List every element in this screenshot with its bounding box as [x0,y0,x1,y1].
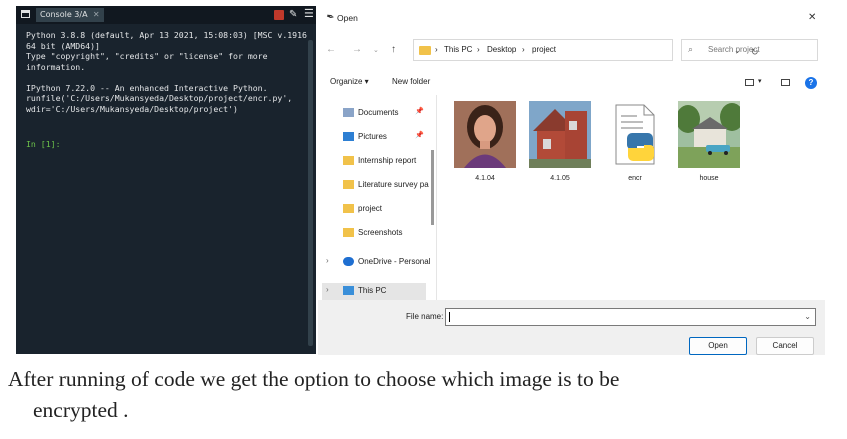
file-item-encr[interactable]: encr [600,101,670,191]
command-toolbar: Organize ▾ New folder ▾ ? [318,75,825,93]
sidebar-item-label: Screenshots [358,228,403,237]
documents-icon [343,108,354,117]
navigation-pane: Documents 📌 Pictures 📌 Internship report… [318,95,436,301]
sidebar-item-this-pc[interactable]: › This PC [322,283,426,301]
eraser-icon[interactable]: ✎ [289,9,300,20]
console-prompt[interactable]: In [1]: [26,139,61,149]
preview-pane-icon[interactable] [781,79,790,86]
file-name-label: File name: [406,312,444,321]
console-line: Type "copyright", "credits" or "license"… [26,51,268,61]
window-icon[interactable] [21,10,30,18]
ipython-console: Console 3/A ✕ ✎ ☰ Python 3.8.8 (default,… [16,6,316,354]
console-line: runfile('C:/Users/Mukansyeda/Desktop/pro… [26,93,293,103]
view-options-icon[interactable] [745,79,754,86]
caption-line: encrypted . [33,398,129,422]
sidebar-item-label: Literature survey pa [358,180,429,189]
pictures-icon [343,132,354,141]
breadcrumb-project[interactable]: project [532,45,556,54]
sidebar-item-label: Internship report [358,156,417,165]
folder-icon [343,228,354,237]
text-caret [449,312,450,322]
console-line: 64 bit (AMD64)] [26,40,100,51]
chevron-down-icon[interactable]: ▾ [758,77,762,85]
portrait-photo-thumbnail [454,101,516,168]
up-arrow-icon[interactable]: ↑ [391,44,396,55]
console-scrollbar[interactable] [308,40,313,346]
file-name-input[interactable]: ⌄ [445,308,816,326]
console-tab[interactable]: Console 3/A ✕ [36,8,104,22]
close-tab-icon[interactable]: ✕ [93,8,100,22]
new-folder-button[interactable]: New folder [392,77,430,86]
expand-chevron-icon[interactable]: › [326,285,329,294]
options-menu-icon[interactable]: ☰ [304,8,314,20]
file-name: 4.1.04 [475,175,495,182]
sidebar-item-label: OneDrive - Personal [358,257,431,266]
sidebar-item-internship-report[interactable]: Internship report [328,153,433,171]
quill-icon: ✒ [324,11,336,24]
open-file-dialog: ✒ Open ✕ ← → ⌄ ↑ › This PC › Desktop › p… [318,7,825,355]
console-line: IPython 7.22.0 -- An enhanced Interactiv… [26,82,268,93]
file-name: encr [628,175,642,182]
address-bar[interactable]: › This PC › Desktop › project ⌄ ↻ [413,39,759,61]
sidebar-item-project[interactable]: project [328,201,433,219]
folder-icon [419,46,431,55]
folder-icon [343,204,354,213]
folder-icon [343,180,354,189]
file-name: 4.1.05 [550,175,570,182]
sidebar-item-screenshots[interactable]: Screenshots [328,225,433,243]
expand-chevron-icon[interactable]: › [326,256,329,265]
pin-icon: 📌 [415,132,424,139]
stop-icon[interactable] [274,10,284,20]
file-item-4-1-05[interactable]: 4.1.05 [525,101,595,191]
sidebar-item-label: project [358,204,383,213]
search-placeholder: Search project [708,45,760,54]
chevron-right-icon: › [435,45,438,54]
organize-button[interactable]: Organize ▾ [330,77,369,86]
nav-scrollbar[interactable] [431,150,434,225]
help-icon[interactable]: ? [805,77,817,89]
sidebar-item-pictures[interactable]: Pictures 📌 [328,129,433,147]
chevron-down-icon[interactable]: ⌄ [804,312,811,321]
recent-chevron-icon[interactable]: ⌄ [373,46,379,54]
console-tab-label: Console 3/A [40,10,88,19]
console-output: Python 3.8.8 (default, Apr 13 2021, 15:0… [26,30,314,114]
dialog-title: Open [337,13,358,23]
console-line: Python 3.8.8 (default, Apr 13 2021, 15:0… [26,30,307,40]
sidebar-item-literature-survey[interactable]: Literature survey pa [328,177,433,195]
caption-text: After running of code we get the option … [8,364,838,426]
pane-divider [436,95,437,300]
back-arrow-icon[interactable]: ← [326,44,336,55]
chevron-right-icon: › [522,45,525,54]
file-name: house [699,175,719,182]
dialog-footer: File name: ⌄ Open Cancel [318,300,825,355]
forward-arrow-icon[interactable]: → [352,44,362,55]
file-item-4-1-04[interactable]: 4.1.04 [450,101,520,191]
breadcrumb-this-pc[interactable]: This PC [444,45,472,54]
breadcrumb-desktop[interactable]: Desktop [487,45,516,54]
this-pc-icon [343,286,354,295]
cancel-button[interactable]: Cancel [756,337,814,355]
dialog-titlebar: ✒ Open ✕ [318,7,825,31]
onedrive-icon [343,257,354,266]
house-car-photo-thumbnail [678,101,740,168]
open-button[interactable]: Open [689,337,747,355]
search-icon: ⌕ [688,44,694,54]
chevron-right-icon: › [477,45,480,54]
sidebar-item-onedrive[interactable]: › OneDrive - Personal [326,254,433,272]
search-box[interactable]: ⌕ Search project [681,39,818,61]
folder-icon [343,156,354,165]
sidebar-item-label: This PC [358,286,387,295]
file-item-house[interactable]: house [674,101,744,191]
sidebar-item-documents[interactable]: Documents 📌 [328,105,433,123]
console-line: information. [26,61,86,72]
caption-line: After running of code we get the option … [8,367,620,391]
console-tab-bar: Console 3/A ✕ ✎ ☰ [16,6,316,24]
close-icon[interactable]: ✕ [808,12,816,23]
python-file-icon [604,101,666,168]
file-list: 4.1.04 4.1.05 encr house [438,95,825,300]
address-bar-row: ← → ⌄ ↑ › This PC › Desktop › project ⌄ … [318,37,825,63]
house-photo-thumbnail [529,101,591,168]
pin-icon: 📌 [415,108,424,115]
console-line: wdir='C:/Users/Mukansyeda/Desktop/projec… [26,103,238,114]
